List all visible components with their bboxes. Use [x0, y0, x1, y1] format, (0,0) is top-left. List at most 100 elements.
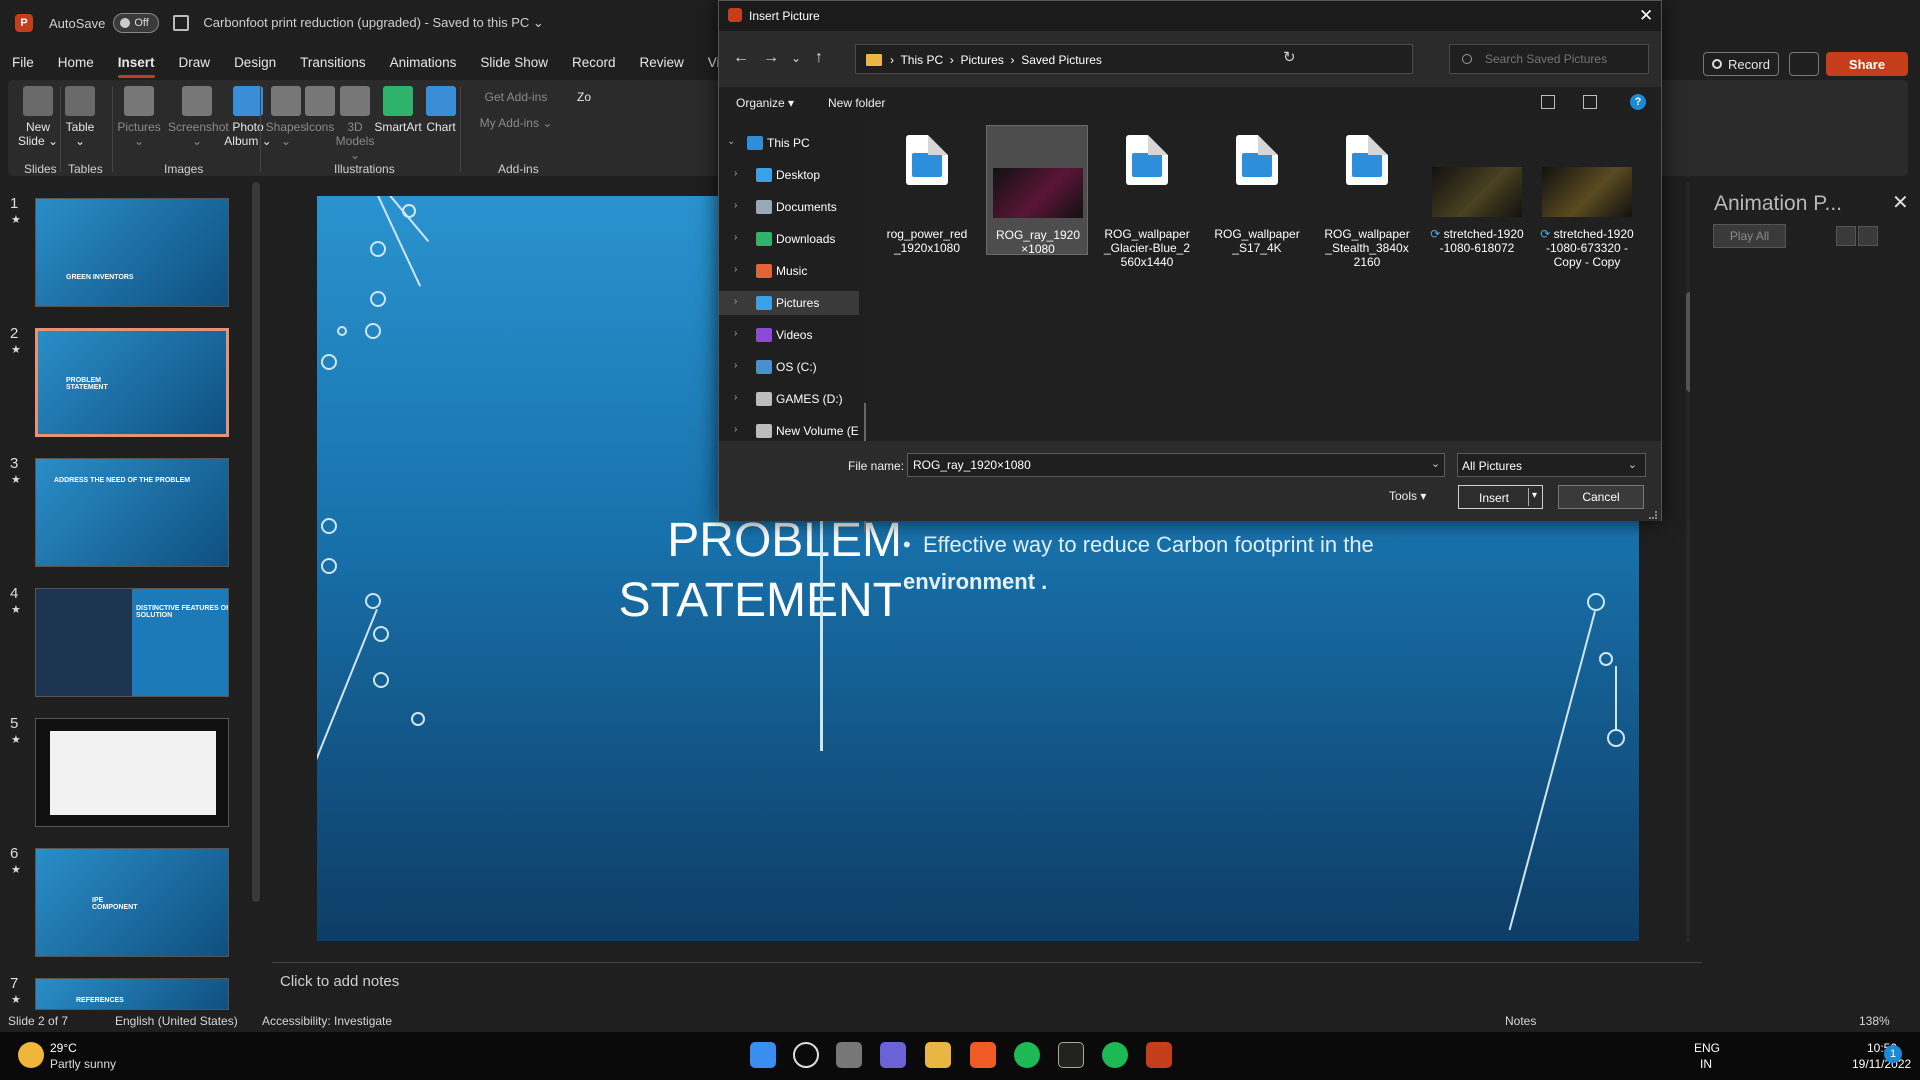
chevron-down-icon[interactable]: ⌄	[1431, 457, 1440, 470]
search-box[interactable]	[1449, 44, 1649, 74]
file-type-select[interactable]: All Pictures ⌄	[1457, 453, 1646, 477]
refresh-icon[interactable]: ↻	[1283, 48, 1296, 66]
view-options-icon[interactable]	[1541, 95, 1555, 109]
slide-thumbnail[interactable]: ADDRESS THE NEED OF THE PROBLEM	[35, 458, 229, 567]
tab-insert[interactable]: Insert	[106, 50, 167, 78]
task-view-icon[interactable]	[836, 1042, 862, 1068]
share-button[interactable]: Share	[1826, 52, 1908, 76]
chevron-right-icon[interactable]: ›	[734, 296, 737, 307]
tree-item-documents[interactable]: › Documents	[719, 195, 859, 219]
slide-title[interactable]: PROBLEM STATEMENT	[467, 511, 902, 631]
tree-item-games-d[interactable]: › GAMES (D:)	[719, 387, 859, 411]
record-button[interactable]: Record	[1703, 52, 1779, 76]
tree-item-downloads[interactable]: › Downloads	[719, 227, 859, 251]
slide-thumbnail[interactable]: PROBLEM STATEMENT	[34, 327, 230, 438]
notes-toggle[interactable]: Notes	[1505, 1014, 1536, 1028]
tree-item-pictures[interactable]: › Pictures	[719, 291, 859, 315]
breadcrumb-item[interactable]: Saved Pictures	[1021, 53, 1102, 67]
close-icon[interactable]: ✕	[1892, 190, 1909, 215]
accessibility-status[interactable]: Accessibility: Investigate	[262, 1014, 392, 1028]
chevron-right-icon[interactable]: ›	[734, 328, 737, 339]
save-icon[interactable]	[173, 15, 190, 31]
search-input[interactable]	[1485, 51, 1635, 67]
get-addins-button[interactable]: Get Add-ins	[466, 90, 566, 104]
tab-design[interactable]: Design	[222, 50, 288, 76]
file-item[interactable]: ROG_ray_1920 ×1080	[986, 125, 1088, 256]
move-down-icon[interactable]	[1858, 226, 1878, 246]
notes-pane[interactable]: Click to add notes	[272, 962, 1702, 1002]
chevron-right-icon[interactable]: ›	[734, 232, 737, 243]
smartart-button[interactable]: SmartArt	[370, 86, 426, 134]
start-icon[interactable]	[750, 1042, 776, 1068]
comments-button[interactable]	[1789, 52, 1819, 76]
tab-draw[interactable]: Draw	[167, 50, 223, 76]
up-arrow-icon[interactable]: ↑	[815, 49, 823, 67]
tree-item-new-volume-e[interactable]: › New Volume (E	[719, 419, 859, 443]
lang-code[interactable]: ENG	[1694, 1041, 1720, 1055]
chevron-right-icon[interactable]: ›	[734, 360, 737, 371]
zoom-level[interactable]: 138%	[1859, 1014, 1890, 1028]
tree-item-desktop[interactable]: › Desktop	[719, 163, 859, 187]
notification-badge[interactable]: 1	[1884, 1045, 1902, 1063]
organize-menu[interactable]: Organize ▾	[736, 96, 794, 110]
move-up-icon[interactable]	[1836, 226, 1856, 246]
chevron-right-icon[interactable]: ›	[734, 168, 737, 179]
tree-item-videos[interactable]: › Videos	[719, 323, 859, 347]
close-icon[interactable]: ✕	[1639, 6, 1653, 26]
new-folder-button[interactable]: New folder	[828, 96, 885, 110]
slide-thumbnail[interactable]: GREEN INVENTORS	[35, 198, 229, 307]
file-item[interactable]: ⟳ stretched-1920 -1080-618072	[1426, 125, 1528, 255]
preview-pane-icon[interactable]	[1583, 95, 1597, 109]
clock-date[interactable]: 19/11/2022	[1852, 1057, 1911, 1071]
slide-thumbnail[interactable]: IPE COMPONENT	[35, 848, 229, 957]
search-icon[interactable]	[793, 1042, 819, 1068]
tab-transitions[interactable]: Transitions	[288, 50, 378, 76]
forward-arrow-icon[interactable]: →	[763, 49, 779, 67]
new-slide-button[interactable]: New Slide ⌄	[16, 86, 60, 148]
recent-chevron-icon[interactable]: ⌄	[791, 51, 801, 65]
animation-pane-title[interactable]: Animation P...	[1714, 192, 1842, 216]
spotify-icon[interactable]	[1102, 1042, 1128, 1068]
chart-button[interactable]: Chart	[420, 86, 462, 134]
tab-slide-show[interactable]: Slide Show	[468, 50, 560, 76]
my-addins-button[interactable]: My Add-ins ⌄	[466, 116, 566, 130]
pictures-button[interactable]: Pictures ⌄	[116, 86, 162, 148]
game-app-icon[interactable]	[1058, 1042, 1084, 1068]
tree-item-music[interactable]: › Music	[719, 259, 859, 283]
back-arrow-icon[interactable]: ←	[733, 49, 749, 67]
slide-thumbnail[interactable]: REFERENCES	[35, 978, 229, 1010]
autosave-toggle[interactable]: Off	[113, 13, 160, 33]
xbox-icon[interactable]	[1014, 1042, 1040, 1068]
screenshot-button[interactable]: Screenshot ⌄	[168, 86, 229, 148]
chevron-right-icon[interactable]: ›	[734, 392, 737, 403]
slide-thumbnail[interactable]: DISTINCTIVE FEATURES OF THE SOLUTION	[35, 588, 229, 697]
insert-options-chevron-icon[interactable]: ▾	[1532, 490, 1537, 501]
cancel-button[interactable]: Cancel	[1558, 485, 1644, 509]
breadcrumb-item[interactable]: This PC	[900, 53, 943, 67]
tab-file[interactable]: File	[0, 50, 46, 76]
file-item[interactable]: ⟳ stretched-1920 -1080-673320 - Copy - C…	[1536, 125, 1638, 269]
file-item[interactable]: ROG_wallpaper _S17_4K	[1206, 125, 1308, 255]
file-item[interactable]: rog_power_red _1920x1080	[876, 125, 978, 255]
chevron-right-icon[interactable]: ›	[734, 424, 737, 435]
tab-home[interactable]: Home	[46, 50, 106, 76]
file-item[interactable]: ROG_wallpaper _Stealth_3840x 2160	[1316, 125, 1418, 269]
resize-grip-icon[interactable]	[1649, 511, 1657, 519]
chevron-down-icon[interactable]: ⌄	[727, 136, 735, 147]
help-icon[interactable]: ?	[1630, 94, 1646, 110]
tab-record[interactable]: Record	[560, 50, 628, 76]
address-bar[interactable]: › This PC › Pictures › Saved Pictures ⌄	[855, 44, 1521, 74]
language-status[interactable]: English (United States)	[115, 1014, 238, 1028]
lang-region[interactable]: IN	[1700, 1057, 1712, 1071]
table-button[interactable]: Table ⌄	[60, 86, 100, 148]
chat-icon[interactable]	[880, 1042, 906, 1068]
slide-thumbnail[interactable]	[35, 718, 229, 827]
powerpoint-taskbar-icon[interactable]	[1146, 1042, 1172, 1068]
file-item[interactable]: ROG_wallpaper _Glacier-Blue_2 560x1440	[1096, 125, 1198, 269]
slide-bullet[interactable]: • Effective way to reduce Carbon footpri…	[903, 526, 1463, 600]
file-explorer-icon[interactable]	[925, 1042, 951, 1068]
tools-menu[interactable]: Tools ▾	[1389, 489, 1426, 503]
tree-item-os-c[interactable]: › OS (C:)	[719, 355, 859, 379]
tab-review[interactable]: Review	[628, 50, 696, 76]
insert-button[interactable]: Insert ▾	[1458, 485, 1543, 509]
